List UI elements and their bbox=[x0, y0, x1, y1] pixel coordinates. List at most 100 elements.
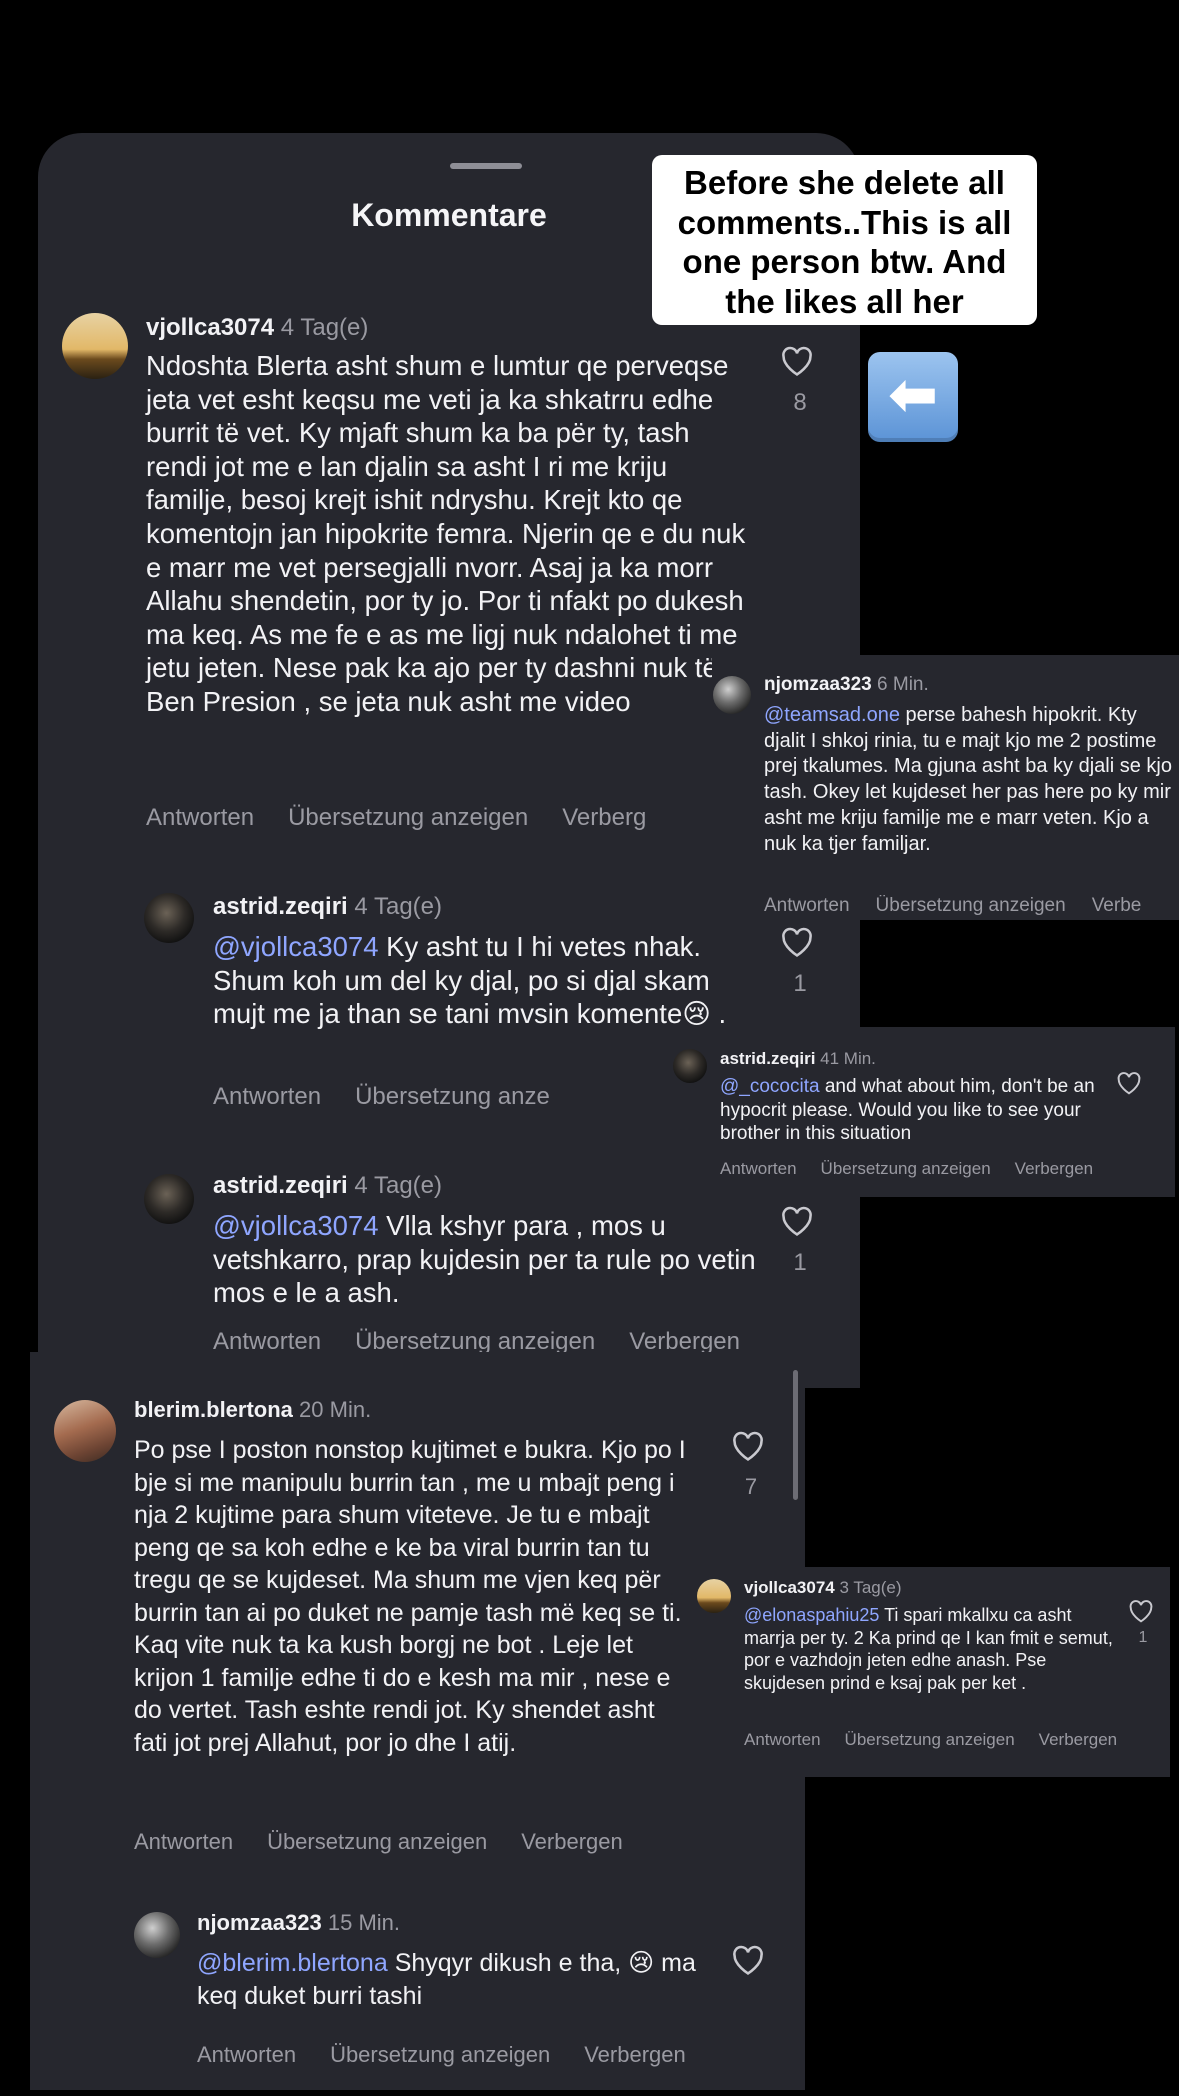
like-button[interactable]: 8 bbox=[780, 345, 820, 417]
comment-header: vjollca3074 3 Tag(e) bbox=[744, 1578, 902, 1598]
hide-button[interactable]: Verbergen bbox=[1039, 1730, 1117, 1749]
timestamp: 41 Min. bbox=[820, 1049, 876, 1068]
callout-line: comments..This is all bbox=[677, 203, 1012, 241]
comment-text: @teamsad.one perse bahesh hipokrit. Kty … bbox=[764, 703, 1174, 857]
like-button[interactable] bbox=[1116, 1071, 1146, 1095]
heart-icon bbox=[782, 346, 812, 376]
like-button[interactable]: 7 bbox=[731, 1430, 771, 1500]
reply-button[interactable]: Antworten bbox=[134, 1829, 233, 1854]
timestamp: 6 Min. bbox=[877, 674, 929, 695]
screenshot-overlay-comment: vjollca3074 3 Tag(e) @elonaspahiu25 Ti s… bbox=[690, 1567, 1170, 1777]
comment-header: njomzaa323 6 Min. bbox=[764, 674, 929, 696]
comment-header: blerim.blertona 20 Min. bbox=[134, 1397, 371, 1423]
left-arrow-icon: ⬅ bbox=[868, 352, 958, 442]
reply-button[interactable]: Antworten bbox=[744, 1730, 821, 1749]
callout-line: Before she delete all bbox=[684, 164, 1005, 201]
comment-text: Ndoshta Blerta asht shum e lumtur qe per… bbox=[146, 350, 746, 717]
reply-button[interactable]: Antworten bbox=[146, 804, 254, 831]
avatar[interactable] bbox=[62, 313, 128, 379]
drag-handle[interactable] bbox=[450, 163, 522, 169]
timestamp: 4 Tag(e) bbox=[280, 314, 369, 341]
comment-actions: Antworten Übersetzung anzeigen Verberg bbox=[146, 804, 706, 832]
mention-link[interactable]: @vjollca3074 bbox=[213, 931, 379, 962]
like-button[interactable]: 1 bbox=[780, 1205, 820, 1277]
reply-button[interactable]: Antworten bbox=[720, 1159, 797, 1178]
mention-link[interactable]: @elonaspahiu25 bbox=[744, 1605, 879, 1625]
username[interactable]: njomzaa323 bbox=[197, 1910, 322, 1935]
avatar[interactable] bbox=[144, 1174, 194, 1224]
hide-button[interactable]: Verbergen bbox=[584, 2042, 686, 2067]
hide-button[interactable]: Verbe bbox=[1092, 895, 1142, 916]
username[interactable]: vjollca3074 bbox=[146, 314, 274, 341]
heart-icon bbox=[733, 1945, 763, 1975]
hide-button[interactable]: Verberg bbox=[562, 804, 646, 831]
scrollbar[interactable] bbox=[793, 1370, 798, 1500]
comment-header: njomzaa323 15 Min. bbox=[197, 1910, 400, 1936]
like-count: 1 bbox=[793, 1249, 807, 1276]
story-text-callout: Before she delete all comments..This is … bbox=[652, 155, 1037, 326]
timestamp: 15 Min. bbox=[327, 1910, 401, 1935]
username[interactable]: blerim.blertona bbox=[134, 1397, 293, 1422]
comment-actions: Antworten Übersetzung anze bbox=[213, 1083, 633, 1111]
avatar[interactable] bbox=[697, 1579, 731, 1613]
translate-button[interactable]: Übersetzung anzeigen bbox=[821, 1159, 991, 1178]
mention-link[interactable]: @teamsad.one bbox=[764, 704, 900, 726]
reply-button[interactable]: Antworten bbox=[213, 1083, 321, 1110]
translate-button[interactable]: Übersetzung anzeigen bbox=[288, 804, 528, 831]
mention-link[interactable]: @_cococita bbox=[720, 1076, 820, 1097]
heart-icon bbox=[1117, 1072, 1141, 1095]
comment-actions: Antworten Übersetzung anzeigen Verbe bbox=[764, 895, 1179, 917]
avatar[interactable] bbox=[713, 676, 751, 714]
comment-header: astrid.zeqiri 4 Tag(e) bbox=[213, 893, 442, 921]
reply-button[interactable]: Antworten bbox=[197, 2042, 296, 2067]
timestamp: 3 Tag(e) bbox=[839, 1578, 902, 1597]
screenshot-overlay-comment: astrid.zeqiri 41 Min. @_cococita and wha… bbox=[670, 1027, 1175, 1197]
comment-text: @vjollca3074 Vlla kshyr para , mos u vet… bbox=[213, 1209, 763, 1310]
avatar[interactable] bbox=[673, 1049, 707, 1083]
comment-actions: Antworten Übersetzung anzeigen Verbergen bbox=[744, 1730, 1169, 1750]
comment-header: astrid.zeqiri 41 Min. bbox=[720, 1049, 876, 1069]
username[interactable]: vjollca3074 bbox=[744, 1578, 835, 1597]
comment-text: @elonaspahiu25 Ti spari mkallxu ca asht … bbox=[744, 1604, 1114, 1694]
translate-button[interactable]: Übersetzung anzeigen bbox=[330, 2042, 550, 2067]
comment-text: Po pse I poston nonstop kujtimet e bukra… bbox=[134, 1436, 686, 1757]
comment-actions: Antworten Übersetzung anzeigen Verbergen bbox=[197, 2042, 797, 2068]
like-button[interactable] bbox=[731, 1944, 771, 1976]
heart-icon bbox=[782, 927, 812, 957]
username[interactable]: astrid.zeqiri bbox=[213, 1172, 348, 1199]
reply-button[interactable]: Antworten bbox=[213, 1328, 321, 1355]
username[interactable]: njomzaa323 bbox=[764, 674, 872, 695]
avatar[interactable] bbox=[134, 1912, 180, 1958]
screenshot-overlay-comment: njomzaa323 6 Min. @teamsad.one perse bah… bbox=[712, 655, 1179, 920]
callout-line: the likes all her bbox=[725, 282, 964, 320]
comment-text: @vjollca3074 Ky asht tu I hi vetes nhak.… bbox=[213, 930, 753, 1031]
like-count: 8 bbox=[793, 389, 807, 416]
avatar[interactable] bbox=[54, 1400, 116, 1462]
comment-header: astrid.zeqiri 4 Tag(e) bbox=[213, 1172, 442, 1200]
like-button[interactable]: 1 bbox=[1128, 1599, 1158, 1647]
comment-actions: Antworten Übersetzung anzeigen Verbergen bbox=[134, 1829, 754, 1855]
hide-button[interactable]: Verbergen bbox=[629, 1328, 740, 1355]
username[interactable]: astrid.zeqiri bbox=[213, 893, 348, 920]
hide-button[interactable]: Verbergen bbox=[521, 1829, 623, 1854]
translate-button[interactable]: Übersetzung anzeigen bbox=[267, 1829, 487, 1854]
timestamp: 20 Min. bbox=[299, 1397, 372, 1422]
comment-header: vjollca3074 4 Tag(e) bbox=[146, 314, 368, 342]
translate-button[interactable]: Übersetzung anzeigen bbox=[355, 1328, 595, 1355]
translate-button[interactable]: Übersetzung anze bbox=[355, 1083, 550, 1110]
like-button[interactable]: 1 bbox=[780, 926, 820, 998]
username[interactable]: astrid.zeqiri bbox=[720, 1049, 815, 1068]
mention-link[interactable]: @blerim.blertona bbox=[197, 1949, 388, 1977]
like-count: 1 bbox=[1138, 1629, 1148, 1646]
translate-button[interactable]: Übersetzung anzeigen bbox=[845, 1730, 1015, 1749]
mention-link[interactable]: @vjollca3074 bbox=[213, 1210, 379, 1241]
avatar[interactable] bbox=[144, 893, 194, 943]
hide-button[interactable]: Verbergen bbox=[1015, 1159, 1093, 1178]
reply-button[interactable]: Antworten bbox=[764, 895, 850, 916]
comment-text: @blerim.blertona Shyqyr dikush e tha, 😢 … bbox=[197, 1947, 707, 2012]
timestamp: 4 Tag(e) bbox=[354, 893, 442, 920]
comment-text: @_cococita and what about him, don't be … bbox=[720, 1075, 1095, 1146]
callout-line: one person btw. And bbox=[682, 243, 1007, 281]
translate-button[interactable]: Übersetzung anzeigen bbox=[876, 895, 1066, 916]
comment-actions: Antworten Übersetzung anzeigen Verbergen bbox=[720, 1159, 1170, 1179]
